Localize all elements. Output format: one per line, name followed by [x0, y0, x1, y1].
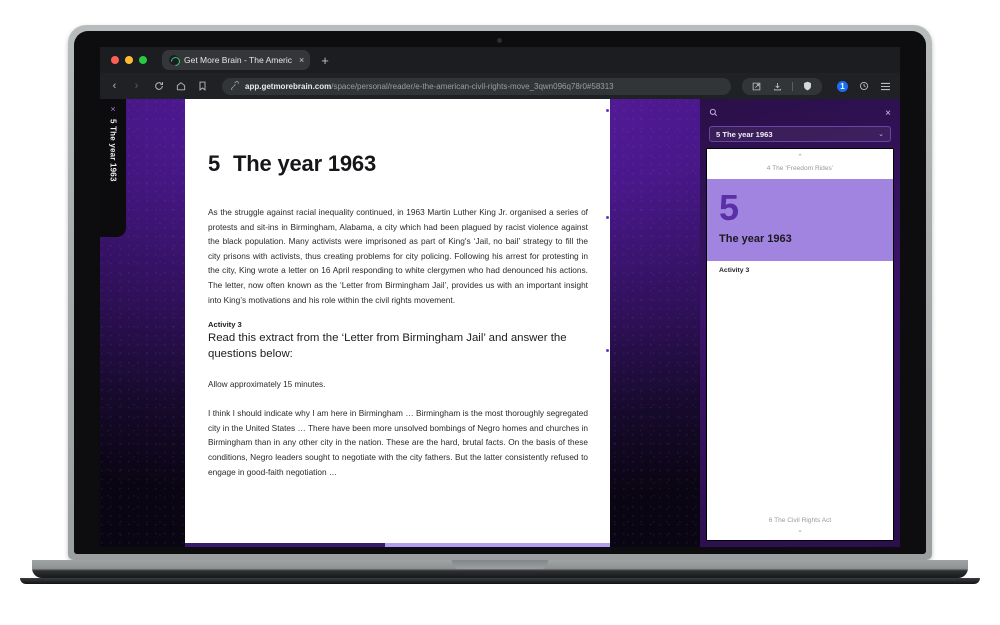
url-text: app.getmorebrain.com/space/personal/read… [245, 82, 614, 91]
laptop-screen: Get More Brain - The Americ × + ‹ › app.… [100, 47, 900, 547]
activity-time-note: Allow approximately 15 minutes. [208, 380, 326, 390]
browser-window: Get More Brain - The Americ × + ‹ › app.… [100, 47, 900, 547]
bookmark-icon[interactable] [196, 81, 209, 91]
getmorebrain-logo-icon [169, 55, 179, 65]
chapter-navigator-panel: × 5 The year 1963 ⌄ ⌃ 4 The ‘Freedom Rid… [700, 99, 900, 547]
panel-header: × 5 The year 1963 ⌄ [700, 99, 900, 142]
browser-tab[interactable]: Get More Brain - The Americ × [162, 50, 311, 70]
chapter-select[interactable]: 5 The year 1963 ⌄ [709, 126, 891, 142]
collapsed-chapter-label: 5 The year 1963 [108, 119, 118, 182]
close-window-button[interactable] [111, 56, 119, 64]
chevron-down-icon: ⌄ [797, 527, 803, 534]
close-tab-icon[interactable]: × [297, 55, 304, 65]
reading-progress-fill [185, 543, 385, 547]
chapter-card[interactable]: 5 The year 1963 [707, 179, 893, 262]
document-paragraph-1: As the struggle against racial inequalit… [208, 207, 588, 305]
share-icon[interactable] [750, 82, 763, 91]
laptop-foot [20, 578, 980, 584]
screenshot-stage: Get More Brain - The Americ × + ‹ › app.… [0, 0, 1000, 625]
tab-title: Get More Brain - The Americ [184, 55, 293, 65]
next-chapter-link[interactable]: 6 The Civil Rights Act ⌄ [707, 517, 893, 540]
shield-icon[interactable] [801, 81, 814, 91]
reader-app: × 5 The year 1963 5 The year 1963 As the … [100, 99, 900, 547]
chapter-card-title: The year 1963 [719, 233, 792, 246]
list-item[interactable]: Activity 3 [707, 261, 893, 280]
browser-tabstrip: Get More Brain - The Americ × + [100, 47, 900, 73]
reading-progress-bar [185, 543, 610, 547]
page-title: 5 The year 1963 [208, 151, 588, 177]
toolbar-action-group [742, 77, 822, 95]
annotation-marker[interactable] [606, 216, 609, 219]
url-path: /space/personal/reader/e-the-american-ci… [331, 81, 614, 91]
download-icon[interactable] [771, 82, 784, 91]
chapter-card-number: 5 [719, 187, 739, 228]
close-icon[interactable]: × [110, 105, 115, 114]
laptop-camera [497, 38, 502, 43]
hamburger-menu-icon[interactable] [879, 82, 892, 91]
chapter-preview-list: ⌃ 4 The ‘Freedom Rides’ 5 The year 1963 … [706, 148, 894, 541]
maximize-window-button[interactable] [139, 56, 147, 64]
close-panel-icon[interactable]: × [885, 108, 891, 119]
collapsed-chapter-tab[interactable]: × 5 The year 1963 [100, 99, 126, 237]
reader-content: 5 The year 1963 As the struggle against r… [185, 99, 610, 479]
annotation-marker[interactable] [606, 109, 609, 112]
toolbar-right-icons: 1 [831, 80, 892, 92]
activity-label: Activity 3 [208, 320, 242, 330]
forward-icon[interactable]: › [130, 80, 143, 92]
back-icon[interactable]: ‹ [108, 80, 121, 92]
url-domain: app.getmorebrain.com [245, 81, 332, 91]
reader-page: 5 The year 1963 As the struggle against r… [185, 99, 610, 547]
previous-chapter-link[interactable]: ⌃ 4 The ‘Freedom Rides’ [707, 149, 893, 179]
chevron-up-icon: ⌃ [797, 154, 803, 161]
address-bar[interactable]: app.getmorebrain.com/space/personal/read… [222, 77, 731, 95]
toolbar-divider [792, 81, 793, 91]
site-info-icon[interactable] [230, 77, 239, 95]
chapter-select-value: 5 The year 1963 [716, 129, 773, 139]
new-tab-button[interactable]: + [321, 54, 329, 67]
reload-icon[interactable] [152, 81, 165, 91]
next-chapter-label: 6 The Civil Rights Act [768, 517, 832, 524]
home-icon[interactable] [174, 81, 187, 91]
previous-chapter-label: 4 The ‘Freedom Rides’ [766, 165, 834, 172]
extensions-icon[interactable] [857, 81, 870, 91]
minimize-window-button[interactable] [125, 56, 133, 64]
page-title-text: The year 1963 [233, 151, 376, 176]
document-extract: I think I should indicate why I am here … [208, 408, 588, 477]
laptop-base-notch [452, 560, 548, 569]
chevron-down-icon: ⌄ [878, 131, 884, 138]
search-icon[interactable] [709, 108, 718, 119]
activity-instruction: Read this extract from the ‘Letter from … [208, 332, 567, 361]
page-title-number: 5 [208, 151, 221, 176]
annotation-marker[interactable] [606, 349, 609, 352]
browser-toolbar: ‹ › app.getmorebrain.com/space/personal/… [100, 73, 900, 99]
window-controls[interactable] [108, 56, 147, 64]
account-badge[interactable]: 1 [837, 80, 848, 92]
